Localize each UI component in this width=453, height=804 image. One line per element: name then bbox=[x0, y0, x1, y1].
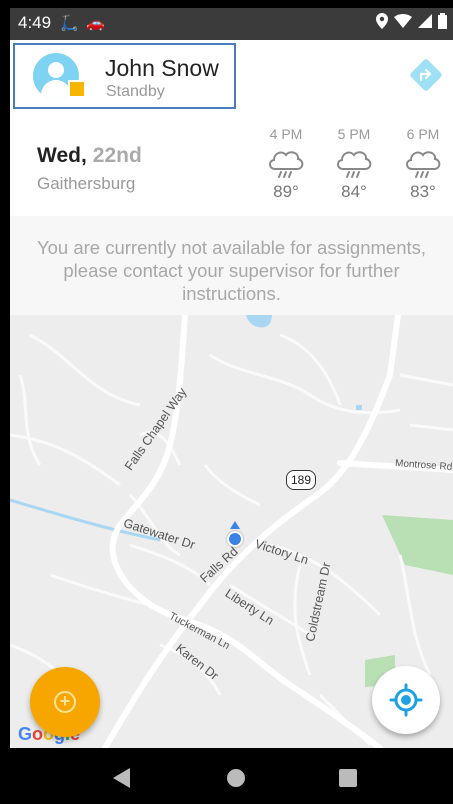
rain-cloud-icon bbox=[406, 151, 441, 178]
forecast-time: 5 PM bbox=[337, 126, 371, 142]
profile-name: John Snow bbox=[105, 55, 219, 81]
forecast-item: 6 PM 83° bbox=[393, 126, 453, 202]
scooter-icon: 🛴 bbox=[60, 15, 79, 32]
date-day: Wed, bbox=[37, 144, 87, 167]
add-button[interactable]: + bbox=[30, 667, 100, 737]
status-indicator bbox=[68, 80, 86, 98]
battery-icon bbox=[438, 13, 447, 29]
notice-line: You are currently not available for assi… bbox=[36, 237, 427, 258]
back-icon[interactable] bbox=[113, 768, 130, 788]
car-icon: 🚗 bbox=[86, 15, 105, 32]
recent-apps-icon[interactable] bbox=[339, 769, 357, 787]
app-screen: 4:49 🛴 🚗 John Snow Standby Wed, 22nd Gai… bbox=[10, 8, 453, 804]
location-pin-icon bbox=[376, 13, 388, 29]
date-number: 22nd bbox=[92, 144, 142, 167]
forecast-temp: 84° bbox=[341, 182, 367, 201]
profile-status: Standby bbox=[106, 83, 165, 100]
home-icon[interactable] bbox=[227, 769, 245, 787]
date: Wed, 22nd bbox=[37, 144, 142, 168]
current-location-marker bbox=[227, 531, 243, 547]
plus-circle-icon: + bbox=[54, 691, 76, 713]
system-nav-bar bbox=[10, 748, 453, 804]
status-bar: 4:49 🛴 🚗 bbox=[10, 8, 453, 40]
rain-cloud-icon bbox=[269, 151, 304, 178]
route-shield: 189 bbox=[286, 470, 316, 490]
my-location-button[interactable] bbox=[372, 666, 440, 734]
forecast-temp: 83° bbox=[410, 182, 436, 201]
status-time: 4:49 bbox=[18, 13, 52, 32]
forecast-item: 4 PM 89° bbox=[256, 126, 316, 202]
profile-card[interactable]: John Snow Standby bbox=[13, 43, 236, 109]
forecast-temp: 89° bbox=[273, 182, 299, 201]
header: John Snow Standby bbox=[10, 40, 453, 118]
city-name: Gaithersburg bbox=[37, 174, 136, 193]
availability-notice: You are currently not available for assi… bbox=[10, 216, 453, 315]
forecast-time: 6 PM bbox=[406, 126, 440, 142]
forecast-time: 4 PM bbox=[269, 126, 303, 142]
directions-icon[interactable] bbox=[409, 58, 443, 92]
my-location-icon bbox=[389, 683, 423, 717]
wifi-icon bbox=[394, 14, 412, 28]
rain-cloud-icon bbox=[337, 151, 372, 178]
forecast-item: 5 PM 84° bbox=[324, 126, 384, 202]
heading-arrow-icon bbox=[230, 521, 240, 529]
signal-icon bbox=[418, 14, 432, 28]
status-icons bbox=[376, 13, 447, 29]
notice-line: please contact your supervisor for furth… bbox=[63, 260, 400, 281]
weather-panel: Wed, 22nd Gaithersburg 4 PM 89° 5 PM 84° … bbox=[10, 118, 453, 216]
notice-line: instructions. bbox=[182, 283, 281, 304]
